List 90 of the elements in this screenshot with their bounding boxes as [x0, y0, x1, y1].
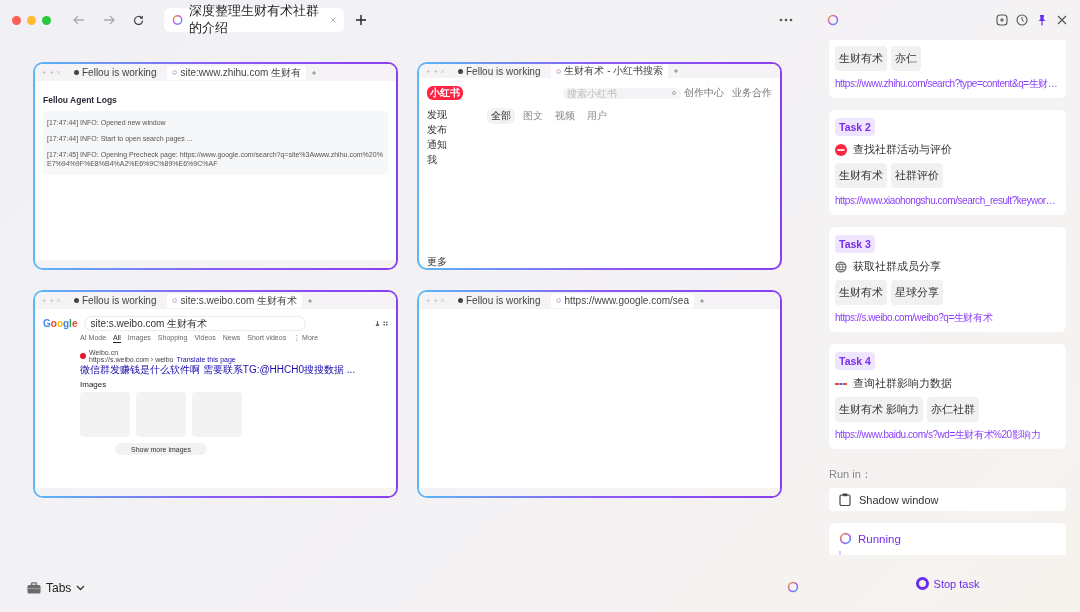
filter-tab[interactable]: 图文 — [519, 108, 547, 124]
spinner-icon — [172, 298, 178, 303]
browser-nav-drawing — [41, 298, 63, 303]
tab-favicon-icon — [74, 70, 79, 75]
sidebar-item[interactable]: 发布 — [427, 123, 487, 136]
browser-tab[interactable]: site:s.weibo.com 生财有术 — [167, 293, 303, 308]
task-label: Task 2 — [835, 118, 875, 136]
close-icon[interactable] — [1056, 14, 1068, 26]
spinner-icon — [172, 70, 178, 75]
task-label: Task 4 — [835, 352, 875, 370]
sidebar-item[interactable]: 更多 — [427, 255, 487, 268]
task-title: 查找社群活动与评价 — [853, 142, 952, 157]
keyword-tag: 生财有术 — [835, 280, 887, 305]
window-thumbnail[interactable] — [33, 62, 398, 270]
keyword-tag: 生财有术 — [835, 46, 887, 71]
browser-nav-drawing — [425, 68, 447, 74]
browser-tab[interactable]: Fellou is working — [453, 293, 546, 308]
header-link[interactable]: 创作中心 — [684, 86, 724, 100]
zoom-button[interactable] — [42, 15, 51, 25]
clipboard-icon — [839, 493, 851, 506]
run-in-label: Run in： — [829, 467, 873, 482]
flask-icon[interactable] — [375, 321, 380, 326]
globe-icon — [835, 260, 847, 273]
close-button[interactable] — [12, 15, 21, 25]
keyword-tag: 社群评价 — [891, 163, 943, 188]
header-link[interactable]: 业务合作 — [732, 86, 772, 100]
site-icon — [835, 380, 847, 387]
stop-icon — [915, 577, 929, 590]
window-thumbnail[interactable]: Fellou is working https://www.google.com/sea — [417, 290, 782, 498]
minimize-button[interactable] — [27, 15, 36, 25]
browser-tab[interactable]: Fellou is working — [69, 293, 162, 308]
history-icon[interactable] — [1016, 14, 1028, 26]
spinner-icon — [556, 68, 562, 74]
filter-tab[interactable]: 全部 — [487, 108, 515, 124]
pin-icon[interactable] — [1036, 14, 1048, 26]
search-field[interactable]: site:s.weibo.com 生财有术 — [85, 317, 306, 330]
site-logo[interactable]: 小红书 — [427, 86, 463, 100]
page-heading: Fellou Agent Logs — [43, 95, 118, 105]
section-heading: Images — [80, 380, 108, 389]
new-tab-icon[interactable] — [356, 15, 366, 25]
browser-nav-drawing — [425, 298, 447, 303]
forward-icon[interactable] — [103, 15, 115, 25]
tab-favicon-icon — [458, 298, 463, 303]
filter-tab[interactable]: 用户 — [583, 108, 611, 124]
keyword-tag: 星球分享 — [891, 280, 943, 305]
caret-icon — [76, 585, 86, 591]
keyword-tag: 亦仁 — [891, 46, 921, 71]
reload-icon[interactable] — [133, 14, 144, 26]
browser-tab[interactable]: 生财有术 - 小红书搜索 — [551, 64, 669, 78]
url-link[interactable]: https://www.baidu.com/s?wd=生财有术%20影响力 — [835, 428, 1041, 441]
tab-favicon-icon — [458, 68, 463, 74]
status-label: Running — [858, 532, 901, 545]
tab-favicon-icon — [74, 298, 79, 303]
spinner-icon — [839, 532, 852, 545]
sidebar-item[interactable]: 通知 — [427, 138, 487, 151]
url-link[interactable]: https://s.weibo.com/weibo?q=生财有术 — [835, 311, 993, 324]
result-title-link[interactable]: 微信群发赚钱是什么软件啊 需要联系TG:@HHCH0搜搜数据 ... — [80, 364, 380, 375]
browser-nav-drawing — [41, 70, 63, 75]
url-link[interactable]: https://www.xiaohongshu.com/search_result?keywor… — [835, 194, 1056, 207]
browser-tab[interactable]: https://www.google.com/sea — [551, 293, 694, 308]
new-chat-icon[interactable] — [996, 14, 1008, 26]
stop-button[interactable]: Stop task — [915, 577, 980, 590]
url-link[interactable]: https://www.zhihu.com/search?type=content&q=生财… — [835, 77, 1058, 90]
tabs-button[interactable]: Tabs — [27, 581, 86, 595]
task-label: Task 3 — [835, 235, 875, 253]
window-thumbnail[interactable] — [33, 290, 398, 498]
apps-icon[interactable] — [383, 321, 388, 326]
task-title: 查询社群影响力数据 — [853, 376, 952, 391]
spinner-icon — [787, 581, 799, 593]
sidebar-item[interactable]: 发现 — [427, 108, 487, 121]
more-icon[interactable] — [779, 18, 793, 22]
filter-tab[interactable]: 视频 — [551, 108, 579, 124]
spinner-icon — [172, 13, 184, 27]
spinner-icon — [556, 298, 562, 303]
keyword-tag: 亦仁社群 — [927, 397, 980, 422]
sidebar-item[interactable]: 我 — [427, 153, 487, 166]
run-in-selector[interactable]: Shadow window — [829, 488, 1066, 511]
spinner-icon — [827, 14, 839, 26]
task-title: 获取社群成员分享 — [853, 259, 941, 274]
search-icon[interactable] — [672, 90, 677, 96]
back-icon[interactable] — [73, 15, 85, 25]
keyword-tag: 生财有术 影响力 — [835, 397, 924, 422]
browser-tab[interactable]: Fellou is working — [453, 64, 546, 78]
site-logo[interactable]: Google — [43, 318, 78, 329]
site-icon — [835, 143, 847, 156]
briefcase-icon — [27, 582, 41, 594]
site-icon — [80, 353, 86, 359]
keyword-tag: 生财有术 — [835, 163, 887, 188]
browser-tab[interactable]: site:www.zhihu.com 生财有 — [167, 65, 307, 80]
browser-tab[interactable]: Fellou is working — [69, 65, 162, 80]
